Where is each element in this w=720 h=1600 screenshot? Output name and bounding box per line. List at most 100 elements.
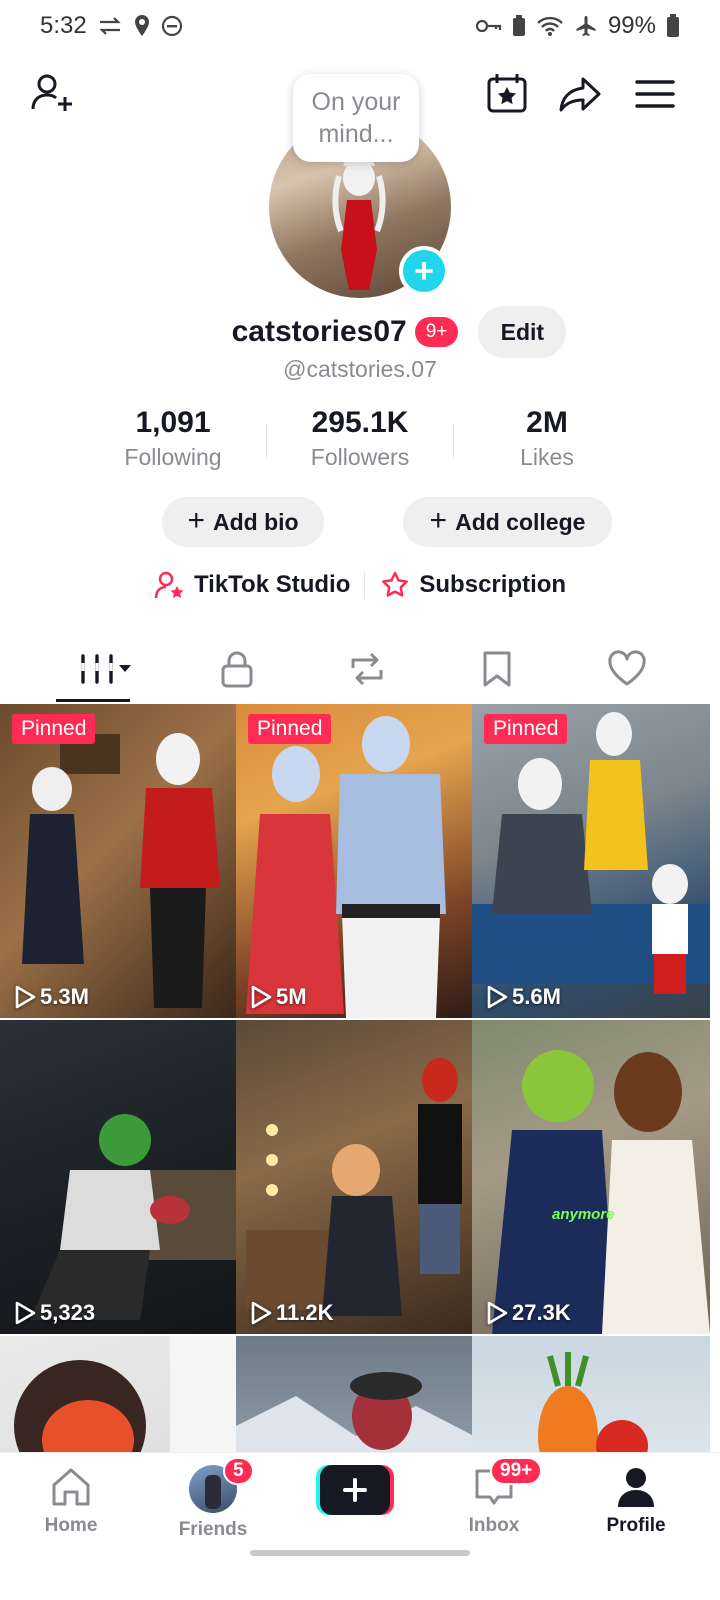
nav-profile-label: Profile (606, 1515, 666, 1536)
view-count-value: 5M (276, 984, 307, 1009)
pinned-badge: Pinned (484, 714, 568, 744)
thumbnail-art (236, 1372, 474, 1462)
nav-friends[interactable]: 5 Friends (153, 1457, 273, 1555)
view-count-value: 11.2K (276, 1300, 334, 1325)
tab-favorites[interactable] (430, 636, 564, 702)
subscription-label: Subscription (419, 571, 567, 598)
video-thumbnail[interactable]: Pinned 5.6M (472, 704, 710, 1018)
status-time: 5:32 (40, 12, 87, 39)
inbox-count-badge: 99+ (490, 1457, 543, 1485)
edit-profile-button[interactable]: Edit (478, 306, 567, 358)
bubble-text: On your mind... (311, 88, 401, 148)
view-count: 5.6M (486, 984, 561, 1010)
nav-home[interactable]: Home (11, 1465, 131, 1555)
video-thumbnail[interactable] (236, 1336, 474, 1462)
tab-reposts[interactable] (300, 636, 434, 702)
play-icon (15, 985, 36, 1009)
bottom-navigation: Home 5 Friends 99+ Inbox Profile (0, 1452, 720, 1600)
video-thumbnail[interactable]: 11.2K (236, 1020, 474, 1334)
view-count: 27.3K (486, 1300, 571, 1326)
video-thumbnail[interactable]: Pinned 5.3M (0, 704, 238, 1018)
likes-count: 2M (526, 406, 568, 439)
view-count-value: 5,323 (40, 1300, 96, 1325)
plus-icon: + (429, 503, 448, 537)
thumbnail-art (22, 733, 220, 1008)
on-your-mind-bubble[interactable]: On your mind... (293, 74, 419, 162)
create-button[interactable] (316, 1465, 394, 1515)
add-friend-button[interactable] (28, 70, 76, 118)
view-count: 5.3M (14, 984, 89, 1010)
thumbnail-art (246, 716, 446, 1018)
thumbnail-art (14, 1336, 238, 1462)
likes-stat[interactable]: 2M Likes (454, 404, 640, 472)
vpn-key-icon (475, 18, 502, 34)
repost-icon (351, 652, 383, 686)
heart-icon (608, 650, 646, 686)
battery-icon (666, 14, 680, 38)
menu-button[interactable] (631, 70, 679, 118)
profile-icon (618, 1468, 654, 1507)
thumbnail-art (30, 1114, 238, 1320)
home-indicator[interactable] (250, 1550, 470, 1556)
play-icon (251, 1301, 272, 1325)
view-count: 5M (250, 984, 307, 1010)
add-bio-label: Add bio (212, 508, 299, 535)
play-icon (487, 985, 508, 1009)
plus-icon: + (187, 503, 205, 537)
divider (364, 572, 366, 598)
username: catstories07 (231, 315, 407, 348)
view-count-value: 5.3M (40, 984, 89, 1009)
share-profile-button[interactable] (556, 70, 604, 118)
video-thumbnail[interactable] (0, 1336, 238, 1462)
wifi-icon (536, 15, 564, 37)
friends-count-badge: 5 (223, 1457, 254, 1485)
battery-percent: 99% (607, 12, 656, 39)
star-heart-icon (382, 571, 409, 597)
do-not-disturb-icon (161, 15, 183, 37)
creator-tools-row: TikTok Studio Subscription (0, 570, 720, 600)
play-icon (487, 1301, 508, 1325)
add-bio-button[interactable]: + Add bio (162, 497, 324, 547)
status-bar: 5:32 99% (0, 0, 720, 52)
tab-private[interactable] (170, 636, 304, 702)
view-count-value: 5.6M (512, 984, 561, 1009)
video-thumbnail[interactable]: anymore 27.3K (472, 1020, 710, 1334)
pinned-badge: Pinned (12, 714, 96, 744)
nav-inbox[interactable]: 99+ Inbox (434, 1457, 554, 1555)
profile-stats: 1,091 Following 295.1K Followers 2M Like… (0, 404, 720, 472)
video-grid-icon (81, 654, 131, 684)
tab-liked[interactable] (560, 636, 694, 702)
thumbnail-art (538, 1352, 648, 1462)
view-count-value: 27.3K (512, 1300, 571, 1325)
username-row: catstories07 9+ Edit (0, 306, 720, 358)
tiktok-studio-label: TikTok Studio (193, 571, 351, 598)
content-tabs (0, 636, 720, 702)
hamburger-menu-icon (635, 80, 675, 108)
video-thumbnail[interactable] (472, 1336, 710, 1462)
following-stat[interactable]: 1,091 Following (80, 404, 266, 472)
notification-badge[interactable]: 9+ (414, 317, 459, 347)
add-college-button[interactable]: + Add college (403, 497, 612, 547)
nav-home-label: Home (44, 1515, 98, 1536)
nav-inbox-label: Inbox (468, 1515, 520, 1536)
nav-profile[interactable]: Profile (576, 1465, 696, 1555)
subscription-button[interactable]: Subscription (379, 570, 566, 600)
video-thumbnail[interactable]: 5,323 (0, 1020, 238, 1334)
thumbnail-art (246, 1058, 462, 1316)
video-thumbnail[interactable]: Pinned 5M (236, 704, 474, 1018)
thumbnail-art (472, 712, 710, 994)
tab-videos[interactable] (40, 636, 174, 702)
followers-count: 295.1K (311, 406, 409, 439)
video-caption: anymore (552, 1206, 615, 1223)
followers-stat[interactable]: 295.1K Followers (267, 404, 453, 472)
tiktok-studio-button[interactable]: TikTok Studio (154, 570, 350, 600)
calendar-button[interactable] (483, 70, 531, 118)
person-star-icon (154, 571, 184, 599)
create-plus-icon (316, 1465, 394, 1515)
add-person-icon (31, 74, 72, 111)
view-count: 5,323 (14, 1300, 95, 1326)
share-icon (559, 77, 601, 112)
user-handle: @catstories.07 (283, 356, 437, 382)
add-story-button[interactable]: + (399, 246, 449, 296)
cat-figure-illustration (332, 156, 386, 290)
